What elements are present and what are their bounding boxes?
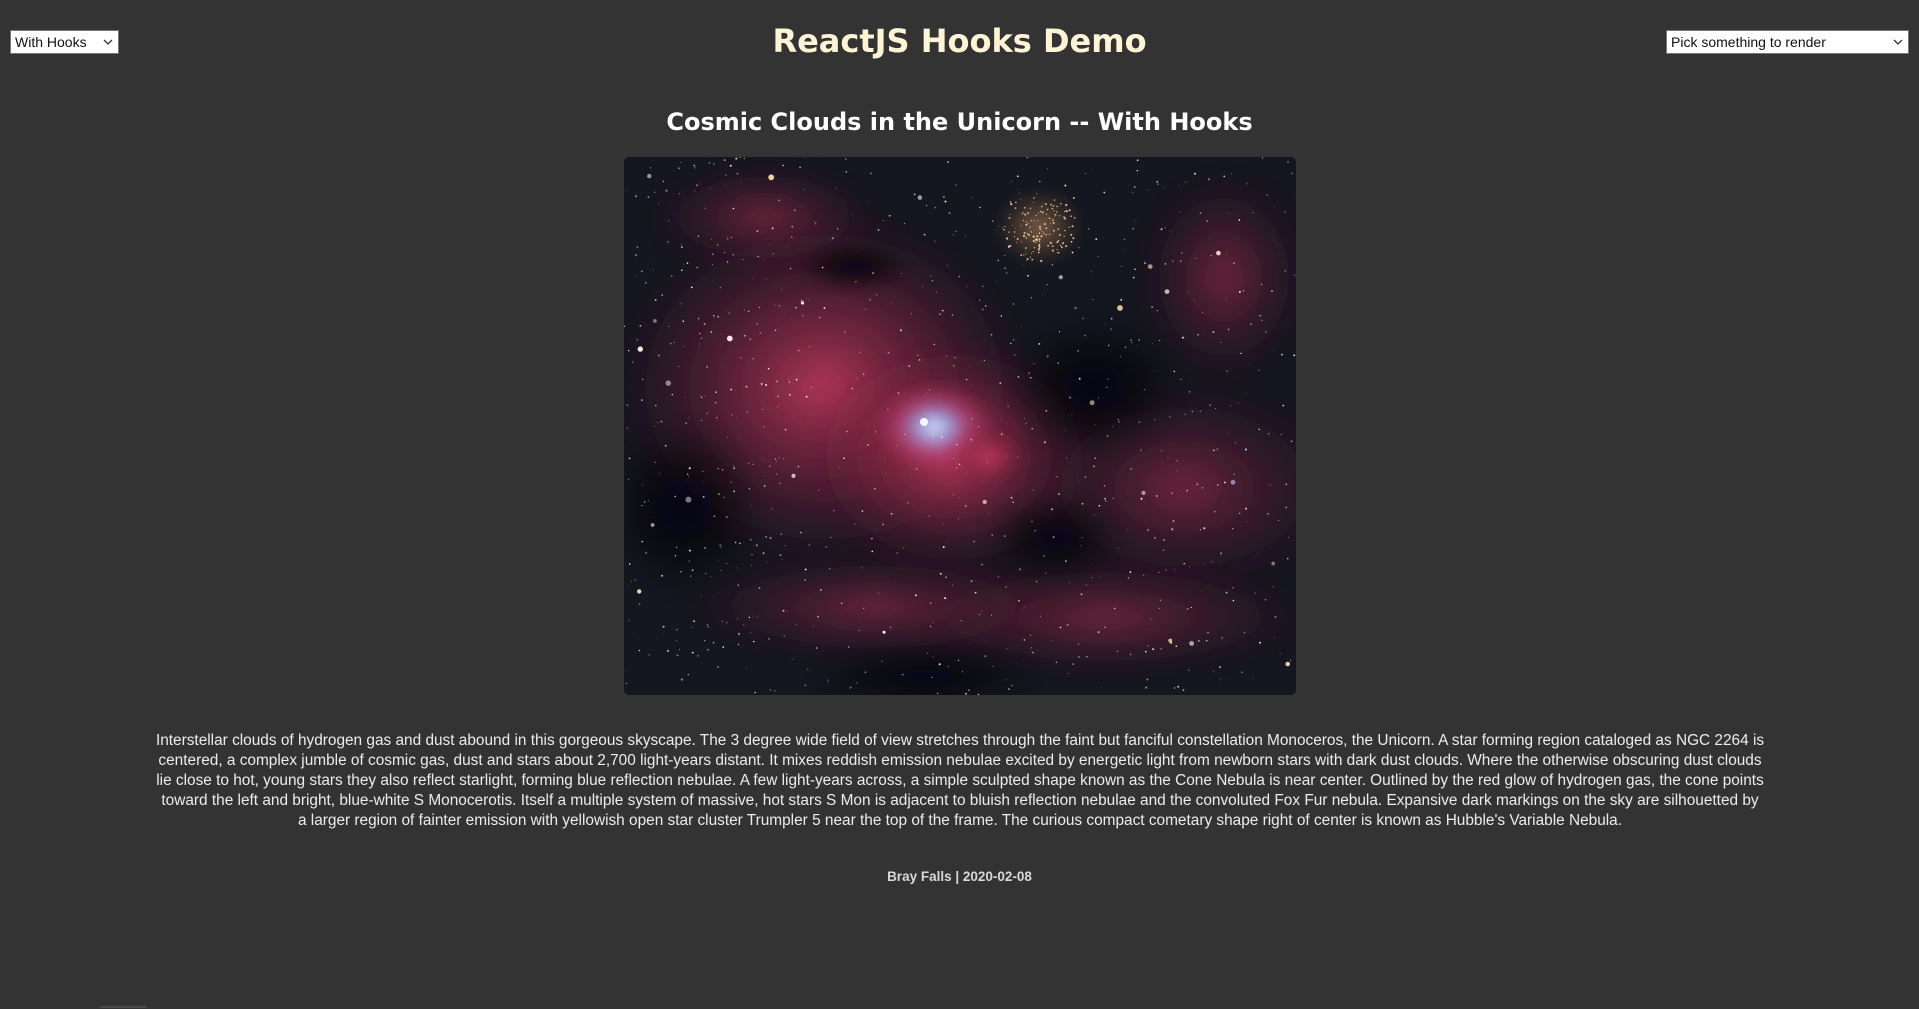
render-select[interactable]: Pick something to render: [1666, 30, 1909, 54]
chevron-down-icon: [1892, 36, 1904, 48]
image-explanation: Interstellar clouds of hydrogen gas and …: [155, 732, 1765, 829]
app-title: ReactJS Hooks Demo: [772, 22, 1147, 60]
apod-image: [624, 157, 1296, 695]
image-credit: Bray Falls | 2020-02-08: [887, 869, 1032, 884]
image-title: Cosmic Clouds in the Unicorn -- With Hoo…: [666, 108, 1253, 136]
render-select-value: Pick something to render: [1671, 34, 1826, 50]
page: With Hooks ReactJS Hooks Demo Pick somet…: [0, 0, 1919, 1009]
bottom-divider: [100, 1006, 146, 1008]
nebula-image: [624, 157, 1296, 695]
